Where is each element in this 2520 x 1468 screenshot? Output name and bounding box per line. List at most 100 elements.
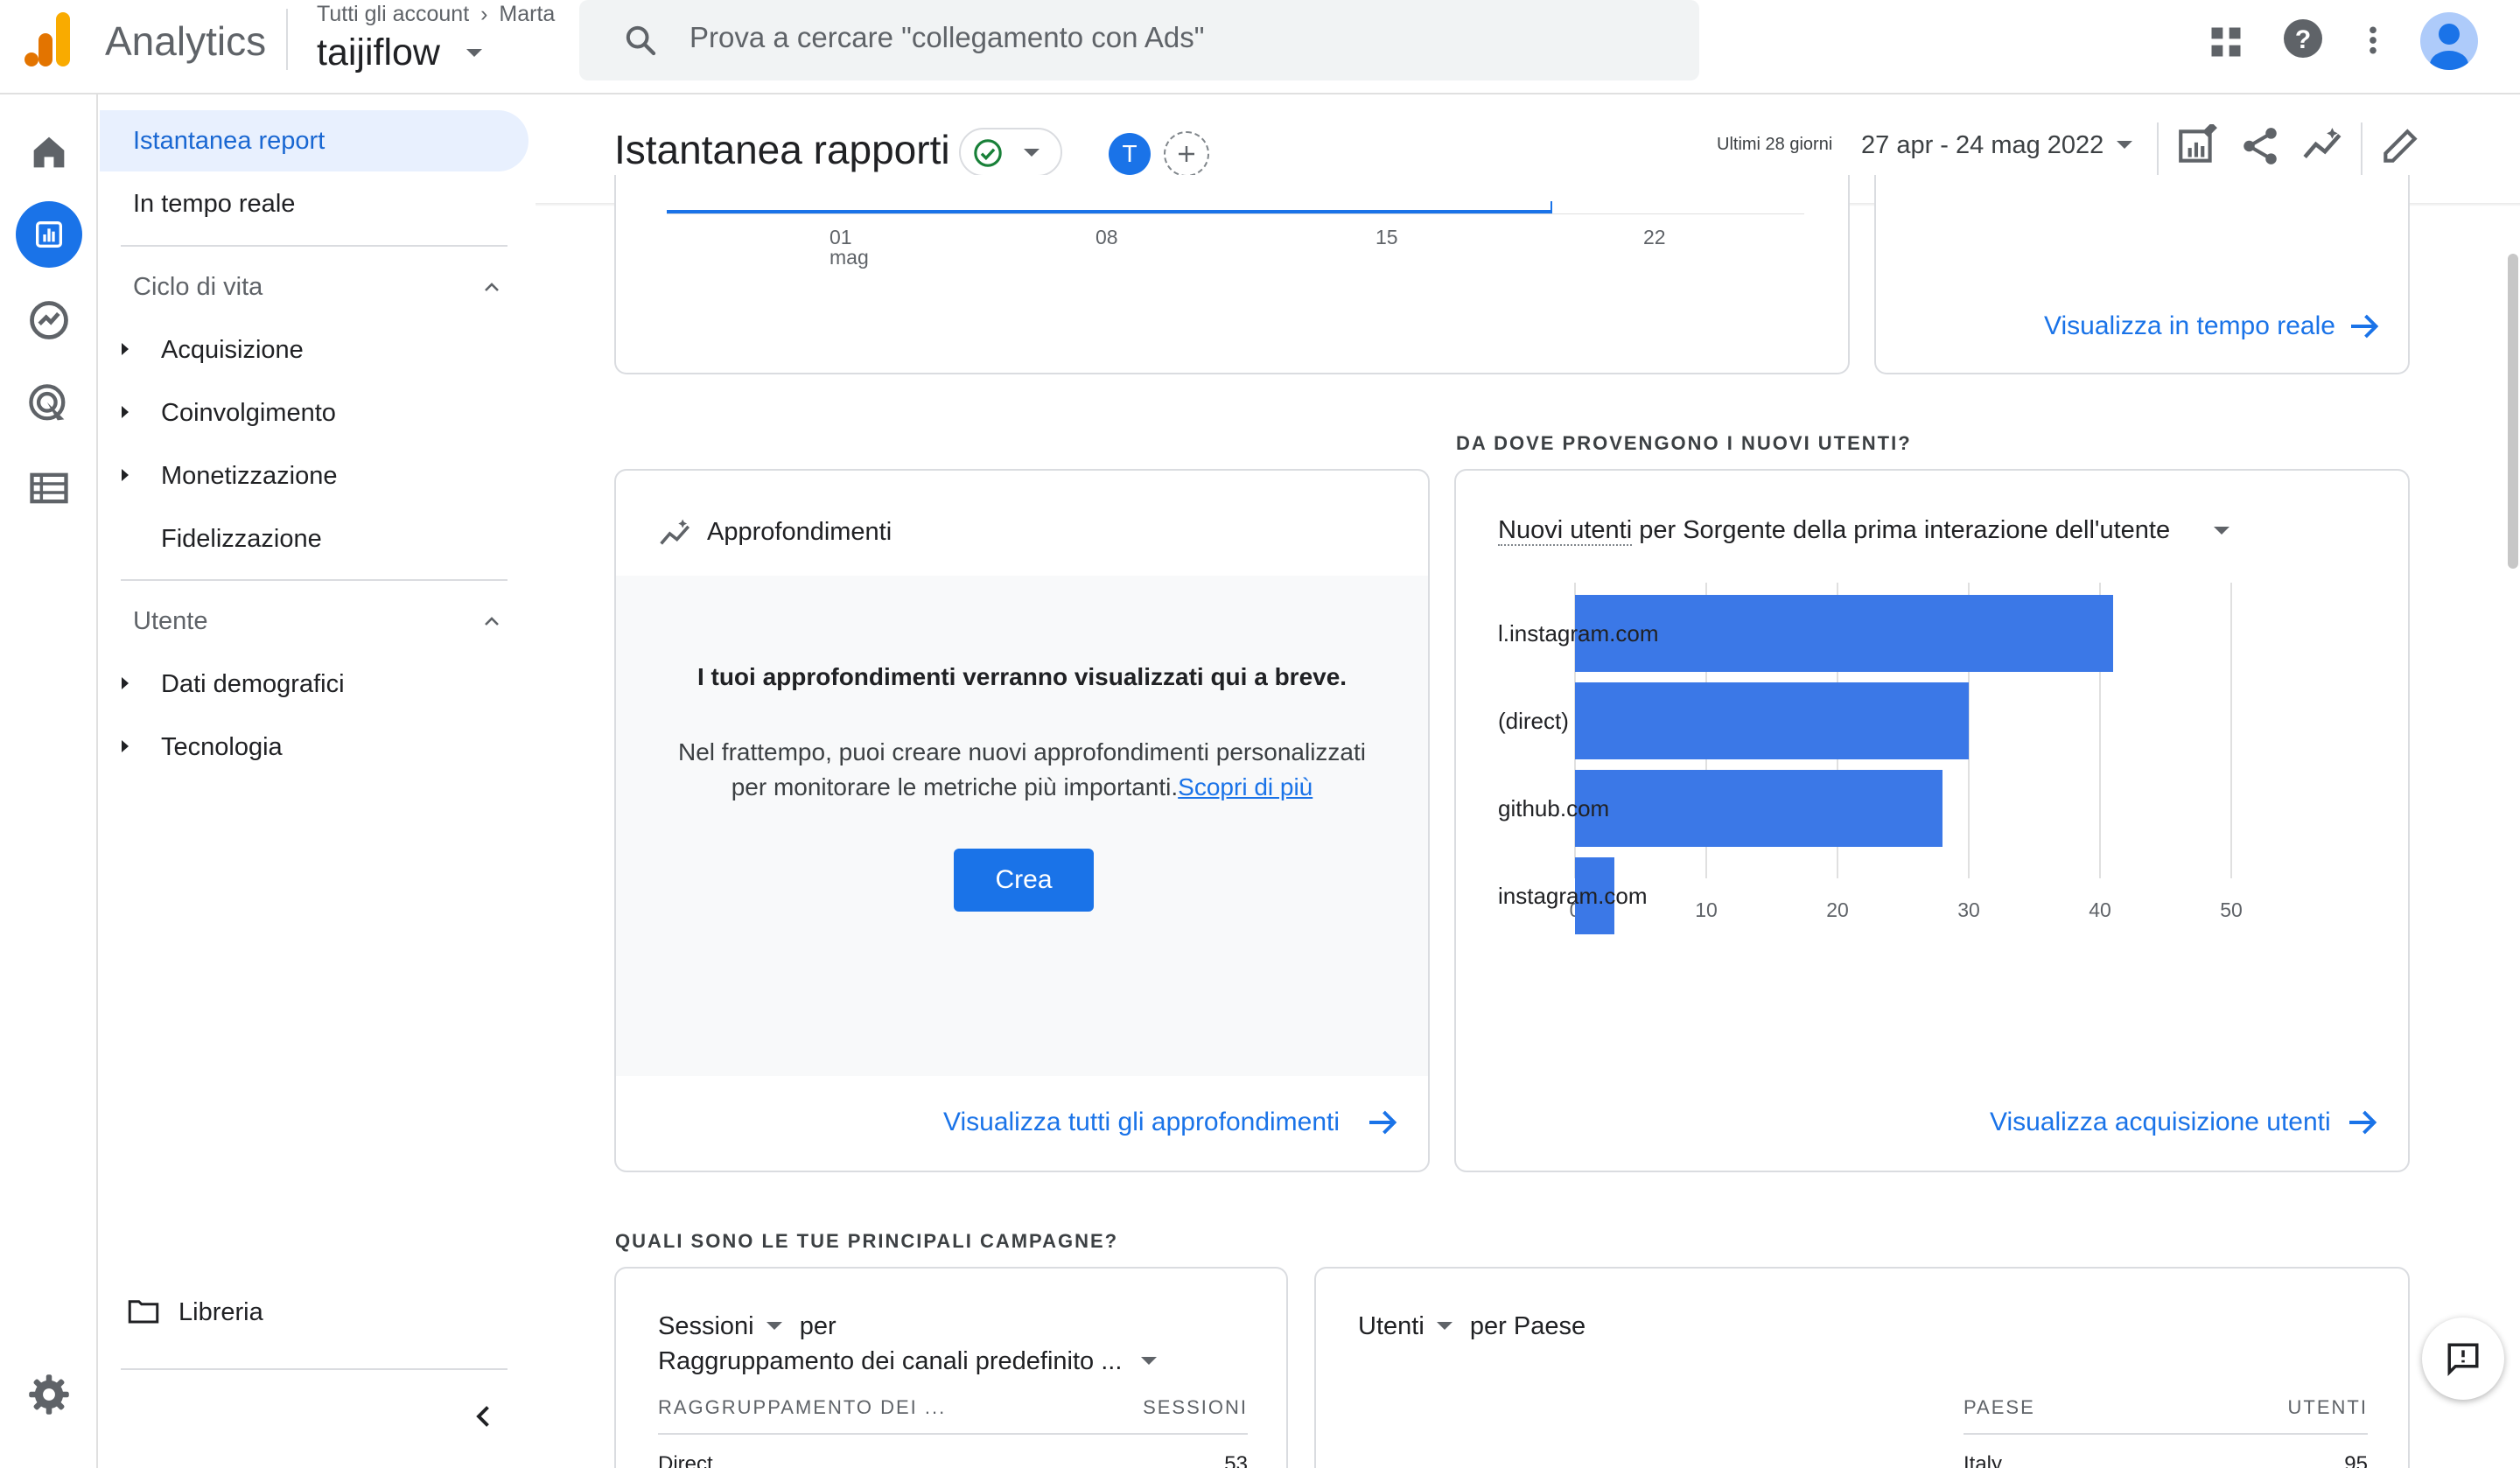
x-tick: 15 [1376,226,1398,248]
dropdown-caret-icon[interactable] [766,1321,782,1330]
metric-selector[interactable]: Nuovi utenti [1498,516,1633,546]
nav-item-acquisition[interactable]: Acquisizione [161,336,304,365]
column-header[interactable]: RAGGRUPPAMENTO DEI ... [658,1396,946,1419]
expand-arrow-icon[interactable] [122,469,129,481]
breadcrumb-account[interactable]: Marta [499,2,555,26]
bar-chart-icon [36,221,62,248]
breadcrumb-all-accounts[interactable]: Tutti gli account [317,2,469,26]
feedback-button[interactable] [2422,1318,2504,1400]
date-range-picker[interactable]: 27 apr - 24 mag 2022 [1861,131,2104,160]
insights-icon[interactable] [2301,124,2345,168]
nav-item-tech[interactable]: Tecnologia [161,733,283,762]
nav-item-realtime[interactable]: In tempo reale [133,190,295,219]
dimension-line[interactable]: Raggruppamento dei canali predefinito ..… [658,1347,1158,1376]
dropdown-caret-icon[interactable] [466,49,482,57]
per-label: per [1639,516,1676,544]
dropdown-caret-icon[interactable] [1436,1321,1452,1330]
metric-selector[interactable]: Utenti [1358,1312,1424,1340]
column-header[interactable]: UTENTI [2226,1396,2368,1419]
edit-pencil-icon[interactable] [2378,124,2422,168]
divider [2157,122,2159,180]
x-tick-label: 30 [1957,898,1980,921]
nav-item-retention[interactable]: Fidelizzazione [161,525,322,554]
page-title: Istantanea rapporti [614,127,950,172]
create-button[interactable]: Crea [954,849,1094,912]
expand-arrow-icon[interactable] [122,677,129,689]
nav-item-demographics[interactable]: Dati demografici [161,670,345,699]
table-cell: 53 [1224,1452,1248,1468]
share-icon[interactable] [2238,124,2282,168]
arrow-right-icon[interactable] [1367,1109,1398,1136]
x-tick-label: 10 [1695,898,1718,921]
explore-icon[interactable] [26,297,72,343]
insights-card: Approfondimenti I tuoi approfondimenti v… [614,469,1430,1172]
help-icon[interactable]: ? [2282,17,2324,59]
column-header[interactable]: SESSIONI [1124,1396,1248,1419]
collapse-chevron-left-icon[interactable] [471,1403,497,1430]
chevron-up-icon[interactable] [483,278,500,296]
section-title-acquisition: DA DOVE PROVENGONO I NUOVI UTENTI? [1456,432,1912,454]
dimension-selector[interactable]: Raggruppamento dei canali predefinito ..… [658,1347,1122,1375]
table-divider [658,1433,1248,1435]
realtime-card: Visualizza in tempo reale [1874,175,2410,374]
nav-section-lifecycle[interactable]: Ciclo di vita [133,273,262,302]
view-user-acquisition-link[interactable]: Visualizza acquisizione utenti [1990,1108,2331,1137]
dimension-selector[interactable]: Sorgente della prima interazione dell'ut… [1683,516,2170,544]
dropdown-caret-icon[interactable] [2214,527,2230,535]
learn-more-link[interactable]: Scopri di più [1178,773,1312,800]
nav-item-snapshot[interactable]: Istantanea report [133,127,325,156]
new-users-by-source-card: Nuovi utenti per Sorgente della prima in… [1454,469,2410,1172]
home-icon[interactable] [26,129,72,175]
chart-selector[interactable]: Nuovi utenti per Sorgente della prima in… [1498,516,2170,546]
nav-divider [121,245,508,247]
property-selector[interactable]: taijiflow [317,31,440,74]
customize-report-icon[interactable] [2175,124,2219,168]
dropdown-caret-icon[interactable] [2117,141,2132,149]
arrow-right-icon[interactable] [2348,313,2380,339]
x-tick: 08 [1096,226,1118,248]
more-vert-icon[interactable] [2356,21,2390,59]
scrollbar-thumb[interactable] [2508,254,2518,569]
column-header[interactable]: PAESE [1964,1396,2035,1419]
nav-item-library[interactable]: Libreria [178,1298,263,1327]
x-tick-label: 20 [1826,898,1849,921]
search-placeholder[interactable]: Prova a cercare "collegamento con Ads" [690,21,1204,54]
analytics-logo[interactable] [24,12,74,66]
expand-arrow-icon[interactable] [122,406,129,418]
reports-nav-button[interactable] [16,201,82,268]
line-series-end [1550,201,1552,213]
card-title: Approfondimenti [707,518,892,546]
chevron-up-icon[interactable] [483,612,500,630]
add-comparison-button[interactable] [1164,131,1209,177]
section-title-campaigns: QUALI SONO LE TUE PRINCIPALI CAMPAGNE? [615,1230,1119,1252]
view-realtime-link[interactable]: Visualizza in tempo reale [2044,311,2335,341]
data-quality-status-chip[interactable] [959,128,1062,177]
expand-arrow-icon[interactable] [122,740,129,752]
plus-icon [1179,146,1194,162]
user-avatar[interactable] [2420,12,2478,70]
dropdown-caret-icon[interactable] [1141,1356,1158,1365]
insights-body-text: per monitorare le metriche più important… [731,773,1179,800]
metric-line: Utenti per Paese [1358,1312,1586,1341]
nav-item-monetization[interactable]: Monetizzazione [161,462,338,491]
nav-item-engagement[interactable]: Coinvolgimento [161,399,336,428]
expand-arrow-icon[interactable] [122,343,129,355]
folder-icon [128,1300,159,1324]
date-range-label[interactable]: Ultimi 28 giorni [1717,135,1832,155]
nav-section-user[interactable]: Utente [133,607,207,636]
sessions-by-channel-card: Sessioni per Raggruppamento dei canali p… [614,1267,1288,1468]
apps-grid-icon[interactable] [2207,23,2245,61]
comparison-avatar[interactable]: T [1109,133,1151,175]
metric-selector[interactable]: Sessioni [658,1312,754,1340]
arrow-right-icon[interactable] [2347,1109,2378,1136]
view-all-insights-link[interactable]: Visualizza tutti gli approfondimenti [943,1108,1340,1137]
advertising-icon[interactable] [26,381,72,427]
metric-line: Sessioni per [658,1312,836,1341]
dropdown-caret-icon [1024,149,1040,157]
configure-list-icon[interactable] [26,465,72,511]
product-name: Analytics [105,18,267,64]
bar [1575,682,1969,759]
account-breadcrumb[interactable]: Tutti gli account › Marta [317,2,555,27]
divider [2361,122,2362,180]
settings-gear-icon[interactable] [26,1372,72,1417]
